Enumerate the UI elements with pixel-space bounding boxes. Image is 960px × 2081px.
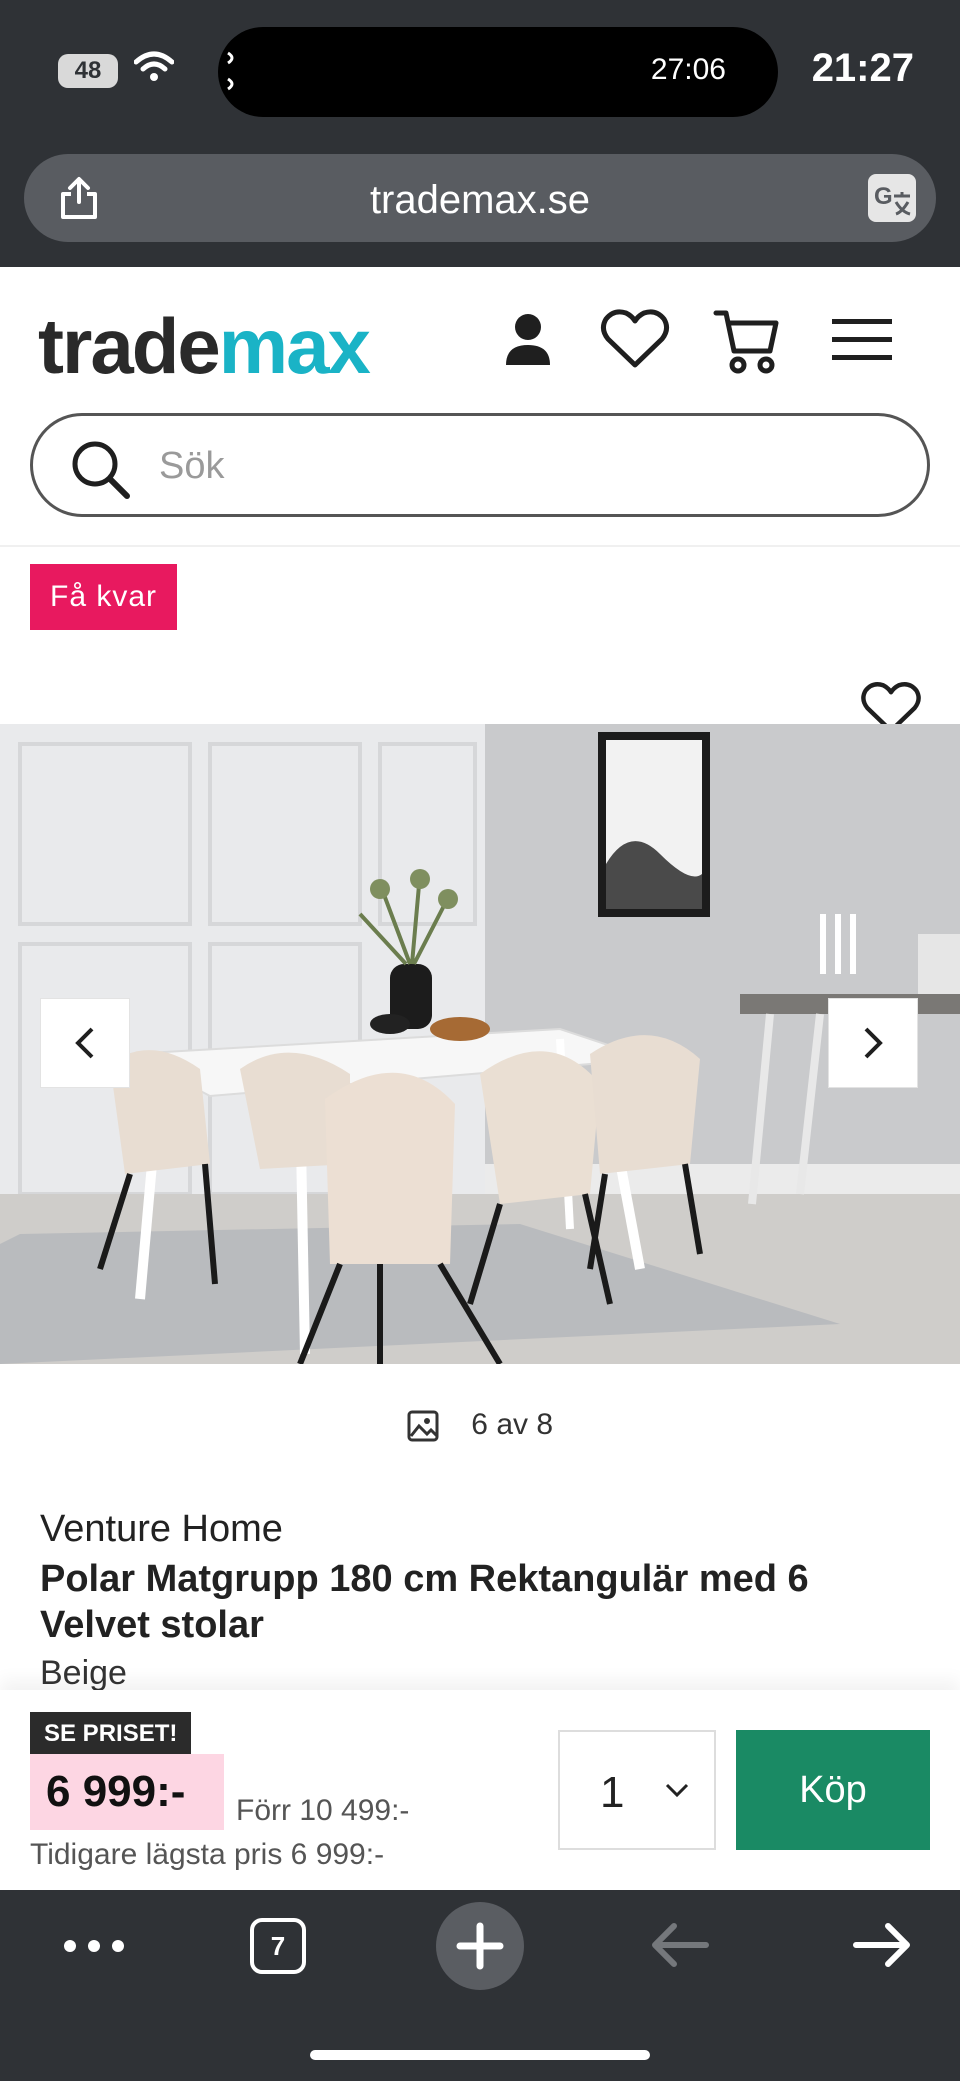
account-icon[interactable] (500, 307, 556, 371)
image-icon (407, 1410, 439, 1442)
current-price: 6 999:- (30, 1754, 224, 1830)
product-brand[interactable]: Venture Home (40, 1508, 283, 1551)
site-header: trademax (0, 267, 960, 547)
forward-arrow-icon[interactable] (852, 1920, 912, 1970)
product-title: Polar Matgrupp 180 cm Rektangulär med 6 … (40, 1558, 809, 1646)
search-box[interactable] (30, 413, 930, 517)
search-input[interactable] (159, 444, 859, 488)
buy-button[interactable]: Köp (736, 1730, 930, 1850)
battery-indicator: 48 (58, 54, 118, 88)
sticky-buy-bar: SE PRISET! 6 999:- Förr 10 499:- Tidigar… (0, 1690, 960, 1890)
quantity-value: 1 (600, 1768, 625, 1817)
status-bar: 48 27:06 21:27 (0, 0, 960, 140)
chevron-left-icon (75, 1027, 94, 1059)
menu-hamburger-icon[interactable] (832, 317, 892, 361)
home-indicator (310, 2050, 650, 2060)
trademax-logo[interactable]: trademax (38, 301, 371, 392)
few-left-badge: Få kvar (30, 564, 178, 630)
logo-part-max: max (218, 302, 371, 390)
dynamic-island: 27:06 (218, 27, 778, 117)
new-tab-button[interactable] (436, 1902, 524, 1990)
previous-price: Förr 10 499:- (236, 1794, 410, 1827)
island-timer-text: 27:06 (650, 53, 726, 86)
product-image (0, 724, 960, 1364)
clock: 21:27 (811, 46, 914, 90)
translate-icon[interactable]: G (868, 174, 916, 222)
browser-toolbar: trademax.se G (0, 140, 960, 267)
product-color: Beige (40, 1654, 127, 1692)
search-icon (72, 441, 130, 499)
timer-icon (227, 51, 234, 91)
lowest-price-note: Tidigare lägsta pris 6 999:- (30, 1838, 385, 1871)
plus-icon (456, 1922, 504, 1970)
svg-text:G: G (874, 183, 893, 210)
tabs-button[interactable]: 7 (250, 1918, 306, 1974)
wifi-icon (134, 51, 174, 81)
logo-part-trade: trade (38, 302, 221, 390)
gallery-prev-button[interactable] (40, 998, 130, 1088)
chevron-down-icon (665, 1783, 689, 1798)
more-options-icon[interactable] (62, 1938, 126, 1954)
back-arrow-icon[interactable] (650, 1920, 710, 1970)
quantity-select[interactable]: 1 (558, 1730, 716, 1850)
gallery-counter: 6 av 8 (0, 1408, 960, 1442)
gallery-next-button[interactable] (828, 998, 918, 1088)
see-price-tag: SE PRISET! (30, 1712, 192, 1756)
chevron-right-icon (864, 1027, 883, 1059)
browser-bottom-bar: 7 (0, 1890, 960, 2081)
cart-icon[interactable] (712, 307, 782, 377)
address-bar[interactable]: trademax.se G (24, 154, 936, 242)
url-text: trademax.se (369, 178, 591, 222)
wishlist-heart-icon[interactable] (600, 307, 670, 371)
product-image-gallery[interactable] (0, 724, 960, 1364)
gallery-counter-text: 6 av 8 (471, 1408, 554, 1441)
